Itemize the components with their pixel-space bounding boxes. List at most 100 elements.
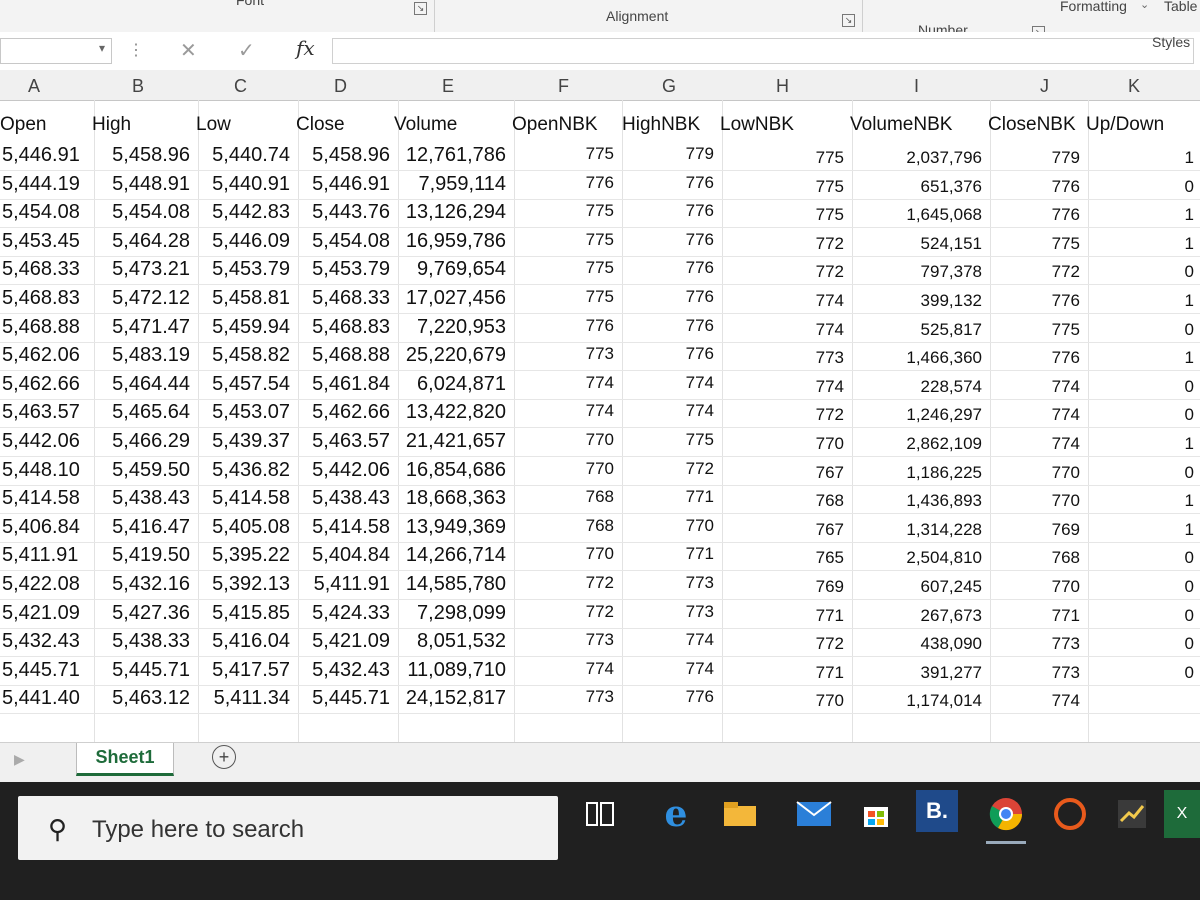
table-cell[interactable]: 5,458.96 [312, 144, 390, 167]
booking-app-icon[interactable]: B. [916, 790, 958, 832]
table-cell[interactable]: 5,468.33 [312, 287, 390, 310]
table-cell[interactable]: 5,448.10 [2, 459, 80, 482]
table-cell[interactable]: 5,453.79 [312, 258, 390, 281]
table-cell[interactable]: 775 [1052, 320, 1080, 340]
table-cell[interactable]: 5,468.88 [2, 316, 80, 339]
table-cell[interactable]: 5,438.43 [312, 487, 390, 510]
table-cell[interactable]: 768 [586, 516, 614, 536]
table-cell[interactable]: 775 [586, 230, 614, 250]
table-cell[interactable]: 5,468.83 [312, 316, 390, 339]
table-cell[interactable]: 779 [686, 144, 714, 164]
table-cell[interactable]: 768 [816, 491, 844, 511]
column-header-k[interactable]: K [1128, 76, 1140, 97]
table-cell[interactable]: 775 [1052, 234, 1080, 254]
enter-icon[interactable]: ✓ [238, 38, 255, 63]
table-cell[interactable]: 0 [1185, 463, 1194, 483]
table-cell[interactable]: 774 [686, 373, 714, 393]
table-cell[interactable]: 228,574 [921, 377, 982, 397]
taskbar-search-box[interactable]: ⚲ Type here to search [18, 796, 558, 860]
table-cell[interactable]: 5,462.66 [312, 401, 390, 424]
table-cell[interactable]: 6,024,871 [417, 373, 506, 396]
table-cell[interactable]: 773 [686, 573, 714, 593]
table-cell[interactable]: 1 [1185, 520, 1194, 540]
table-cell[interactable]: 267,673 [921, 606, 982, 626]
table-cell[interactable]: 16,854,686 [406, 459, 506, 482]
table-cell[interactable]: 1,436,893 [906, 491, 982, 511]
column-header-j[interactable]: J [1040, 76, 1049, 97]
table-cell[interactable]: 5,417.57 [212, 659, 290, 682]
table-cell[interactable]: 772 [586, 573, 614, 593]
table-cell[interactable]: 391,277 [921, 663, 982, 683]
table-cell[interactable]: 5,453.45 [2, 230, 80, 253]
column-header-i[interactable]: I [914, 76, 919, 97]
table-cell[interactable]: 5,463.57 [2, 401, 80, 424]
table-cell[interactable]: 9,769,654 [417, 258, 506, 281]
table-cell[interactable]: 5,453.79 [212, 258, 290, 281]
table-cell[interactable]: 5,411.34 [214, 687, 290, 710]
table-cell[interactable]: 771 [686, 487, 714, 507]
table-cell[interactable]: 779 [1052, 148, 1080, 168]
table-cell[interactable]: 5,445.71 [112, 659, 190, 682]
table-cell[interactable]: 1,246,297 [906, 405, 982, 425]
table-cell[interactable]: 776 [1052, 205, 1080, 225]
table-cell[interactable]: 769 [1052, 520, 1080, 540]
table-cell[interactable]: 1 [1185, 348, 1194, 368]
table-cell[interactable]: 765 [816, 548, 844, 568]
table-cell[interactable]: 776 [1052, 177, 1080, 197]
table-cell[interactable]: 0 [1185, 377, 1194, 397]
table-cell[interactable]: 771 [816, 606, 844, 626]
table-cell[interactable]: 0 [1185, 320, 1194, 340]
table-cell[interactable]: 5,483.19 [112, 344, 190, 367]
table-cell[interactable]: 776 [686, 344, 714, 364]
table-cell[interactable]: 1 [1185, 234, 1194, 254]
table-cell[interactable]: 5,461.84 [312, 373, 390, 396]
header-cell[interactable]: Open [0, 114, 46, 136]
table-cell[interactable]: 776 [586, 173, 614, 193]
table-cell[interactable]: 5,468.88 [312, 344, 390, 367]
table-cell[interactable]: 772 [816, 234, 844, 254]
table-cell[interactable]: 5,463.12 [112, 687, 190, 710]
table-cell[interactable]: 1,314,228 [906, 520, 982, 540]
table-cell[interactable]: 769 [816, 577, 844, 597]
table-cell[interactable]: 5,442.06 [2, 430, 80, 453]
column-header-g[interactable]: G [662, 76, 676, 97]
table-cell[interactable]: 5,406.84 [2, 516, 80, 539]
chevron-down-icon[interactable]: ⌄ [1140, 0, 1149, 11]
table-cell[interactable]: 776 [1052, 291, 1080, 311]
table-cell[interactable]: 5,424.33 [312, 602, 390, 625]
table-cell[interactable]: 775 [586, 201, 614, 221]
table-cell[interactable]: 5,411.91 [2, 544, 78, 567]
table-cell[interactable]: 771 [1052, 606, 1080, 626]
table-cell[interactable]: 1,466,360 [906, 348, 982, 368]
table-cell[interactable]: 1,174,014 [906, 691, 982, 711]
table-cell[interactable]: 770 [1052, 463, 1080, 483]
table-cell[interactable]: 5,454.08 [112, 201, 190, 224]
column-header-f[interactable]: F [558, 76, 569, 97]
table-cell[interactable]: 1 [1185, 205, 1194, 225]
table-cell[interactable]: 797,378 [921, 262, 982, 282]
browser-app-icon[interactable] [1046, 790, 1094, 838]
table-cell[interactable]: 5,446.91 [2, 144, 80, 167]
table-cell[interactable]: 774 [686, 401, 714, 421]
table-cell[interactable]: 5,405.08 [212, 516, 290, 539]
table-cell[interactable]: 5,471.47 [112, 316, 190, 339]
table-cell[interactable]: 772 [686, 459, 714, 479]
table-cell[interactable]: 776 [686, 173, 714, 193]
more-options-icon[interactable]: ⋮ [128, 40, 144, 60]
table-cell[interactable]: 767 [816, 520, 844, 540]
table-cell[interactable]: 5,436.82 [212, 459, 290, 482]
table-cell[interactable]: 0 [1185, 663, 1194, 683]
table-cell[interactable]: 5,465.64 [112, 401, 190, 424]
header-cell[interactable]: Low [196, 114, 231, 136]
table-cell[interactable]: 773 [586, 630, 614, 650]
table-cell[interactable]: 5,448.91 [112, 173, 190, 196]
table-cell[interactable]: 25,220,679 [406, 344, 506, 367]
table-cell[interactable]: 5,440.74 [212, 144, 290, 167]
table-cell[interactable]: 5,446.09 [212, 230, 290, 253]
table-cell[interactable]: 5,416.04 [212, 630, 290, 653]
table-cell[interactable]: 774 [1052, 405, 1080, 425]
table-cell[interactable]: 5,453.07 [212, 401, 290, 424]
table-cell[interactable]: 768 [1052, 548, 1080, 568]
table-cell[interactable]: 773 [586, 344, 614, 364]
table-cell[interactable]: 5,432.43 [2, 630, 80, 653]
